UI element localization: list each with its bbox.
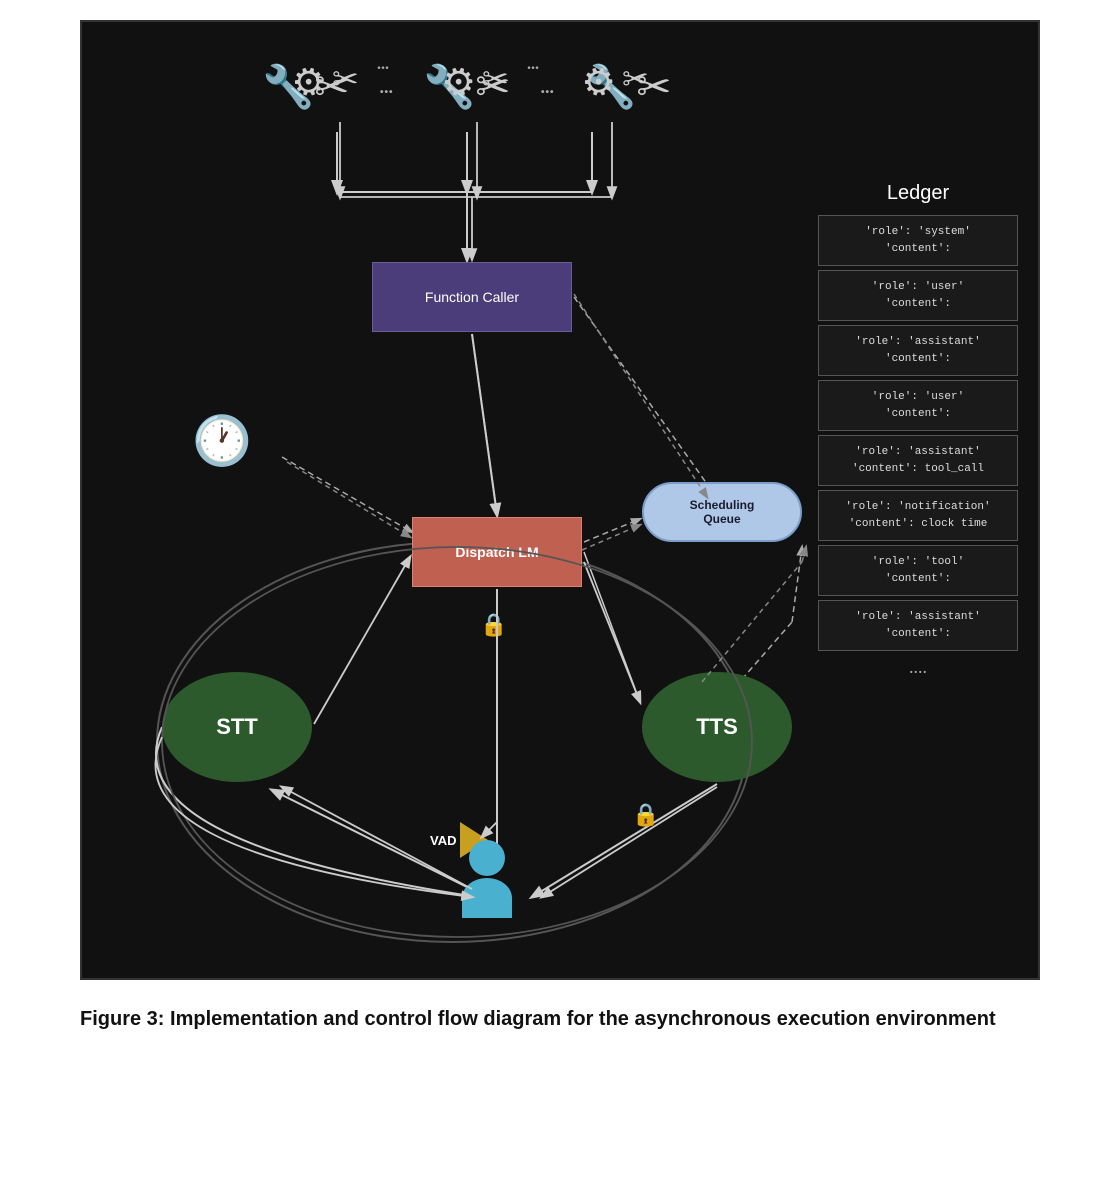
ledger-title: Ledger xyxy=(818,182,1018,205)
ledger-item-5: 'role': 'notification' 'content': clock … xyxy=(818,490,1018,541)
tool-scissors-3: ✂ xyxy=(622,60,649,98)
ledger-item-7: 'role': 'assistant' 'content': xyxy=(818,600,1018,651)
function-caller-box: Function Caller xyxy=(372,262,572,332)
tool-sep-1: ... xyxy=(377,56,389,74)
user-figure xyxy=(462,840,512,918)
stt-label: STT xyxy=(216,714,258,740)
lock-icon-2: 🔒 xyxy=(632,802,659,828)
caption-text: Figure 3: Implementation and control flo… xyxy=(80,1008,996,1030)
ledger-item-6: 'role': 'tool' 'content': xyxy=(818,545,1018,596)
tool-scissors-2: ✂ xyxy=(482,60,509,98)
function-caller-label: Function Caller xyxy=(425,289,519,305)
tool-dots-1: ... xyxy=(380,77,394,98)
ledger-item-2: 'role': 'assistant' 'content': xyxy=(818,325,1018,376)
diagram-container: 🔧✂ ... 🔧✂ ... 🔧✂ ⚙ ✂ ... ⚙ ✂ ... ⚙ ✂ Fun… xyxy=(80,20,1040,980)
user-body xyxy=(462,878,512,918)
vad-label: VAD xyxy=(430,833,456,848)
caption: Figure 3: Implementation and control flo… xyxy=(80,1004,1040,1034)
tool-sep-2: ... xyxy=(527,56,539,74)
stt-node: STT xyxy=(162,672,312,782)
dispatch-lm-label: Dispatch LM xyxy=(455,544,538,560)
tool-scissors-1: ✂ xyxy=(332,60,359,98)
ledger-item-1: 'role': 'user' 'content': xyxy=(818,270,1018,321)
tts-node: TTS xyxy=(642,672,792,782)
ledger-item-3: 'role': 'user' 'content': xyxy=(818,380,1018,431)
ledger-container: Ledger 'role': 'system' 'content': 'role… xyxy=(818,182,1018,678)
user-head xyxy=(469,840,505,876)
lock-icon-1: 🔒 xyxy=(480,612,507,638)
scheduling-queue-label: SchedulingQueue xyxy=(690,498,755,526)
scheduling-queue-box: SchedulingQueue xyxy=(642,482,802,542)
tts-label: TTS xyxy=(696,714,738,740)
tool-dots-2: ... xyxy=(541,77,555,98)
ledger-dots: .... xyxy=(818,657,1018,678)
clock-icon: 🕐 xyxy=(192,412,252,469)
ledger-item-4: 'role': 'assistant' 'content': tool_call xyxy=(818,435,1018,486)
dispatch-lm-box: Dispatch LM xyxy=(412,517,582,587)
ledger-item-0: 'role': 'system' 'content': xyxy=(818,215,1018,266)
